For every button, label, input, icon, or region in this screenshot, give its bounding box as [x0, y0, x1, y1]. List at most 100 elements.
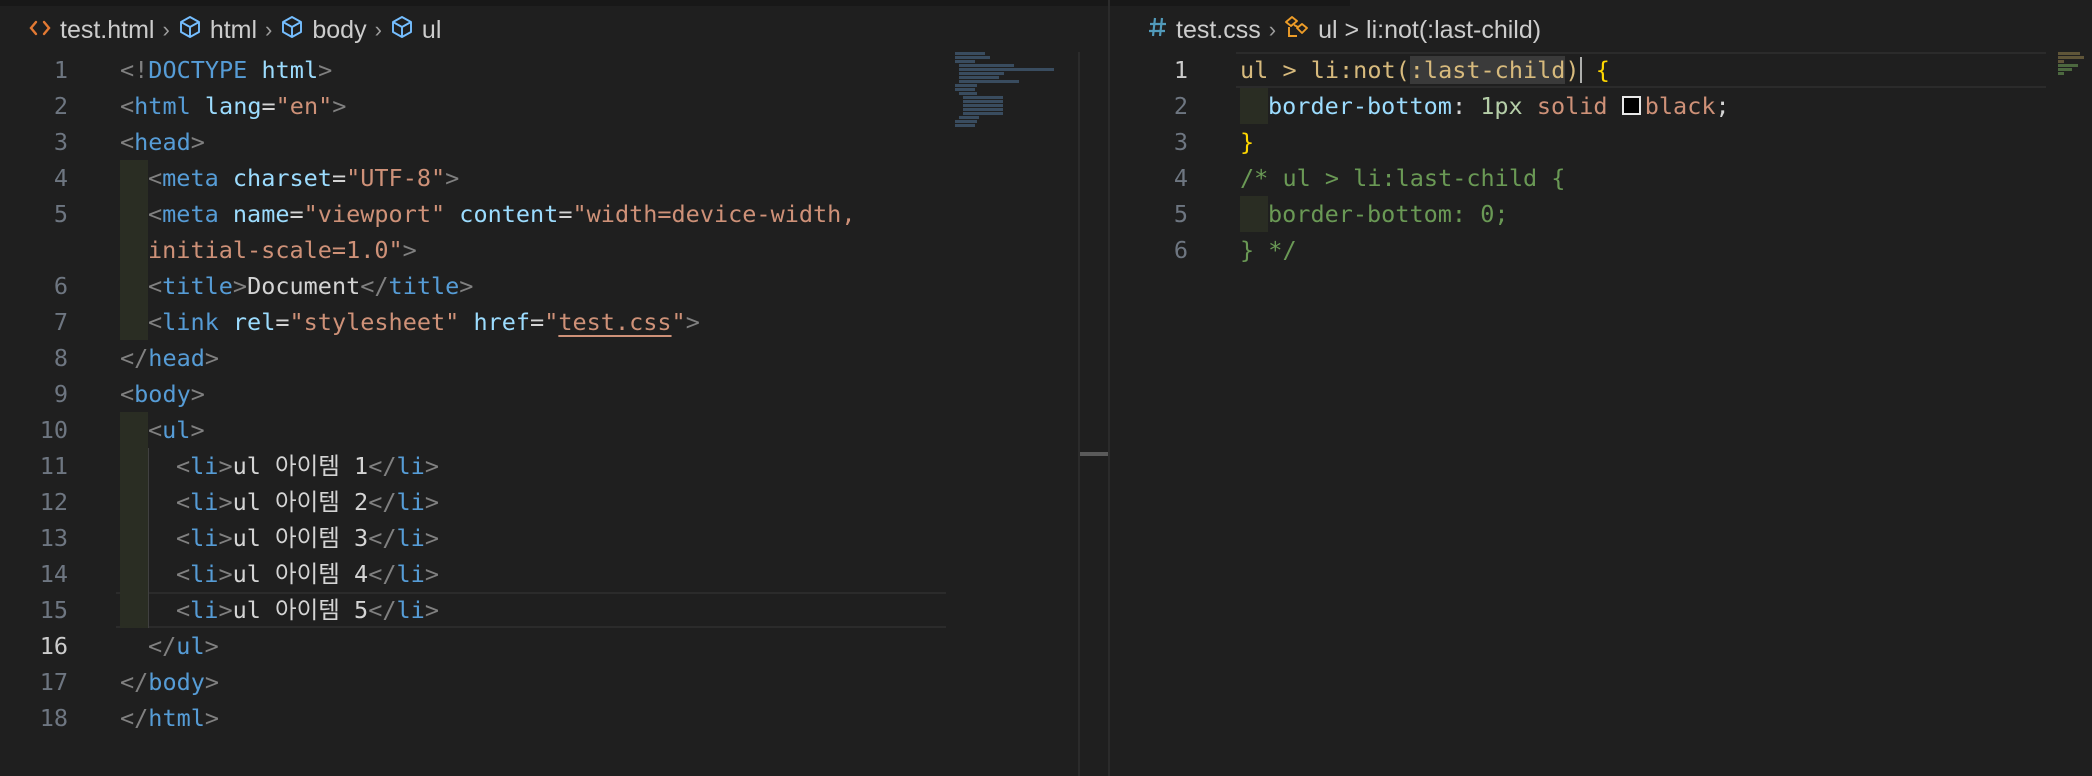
- element-icon: [178, 15, 202, 46]
- minimap-line: [959, 68, 1054, 71]
- code-line[interactable]: 13 <li>ul 아이템 3</li>: [0, 520, 948, 556]
- right-editor-group[interactable]: test.css › ul > li:not(:last-child) 1 ul > …: [1110, 0, 2092, 776]
- code-line[interactable]: 8 </head>: [0, 340, 948, 376]
- breadcrumb-item-body[interactable]: body: [280, 15, 367, 46]
- minimap[interactable]: [2058, 52, 2088, 76]
- code-token: >: [190, 416, 205, 444]
- code-line[interactable]: 4 <meta charset="UTF-8">: [0, 160, 948, 196]
- breadcrumb-item-ul-li-not-last-child-[interactable]: ul > li:not(:last-child): [1284, 15, 1541, 46]
- code-token: </: [368, 524, 397, 552]
- minimap-line: [963, 112, 1003, 115]
- code-line[interactable]: 4 /* ul > li:last-child {: [1110, 160, 2050, 196]
- code-token: <: [176, 452, 191, 480]
- code-line[interactable]: 15 <li>ul 아이템 5</li>: [0, 592, 948, 628]
- code-token: /* ul > li:last-child {: [1240, 164, 1566, 192]
- minimap-line: [955, 120, 977, 123]
- code-line[interactable]: 14 <li>ul 아이템 4</li>: [0, 556, 948, 592]
- code-token: </: [120, 668, 149, 696]
- chevron-right-icon: ›: [265, 17, 273, 42]
- code-token: >: [218, 596, 233, 624]
- color-swatch[interactable]: [1621, 96, 1641, 115]
- code-text: <li>ul 아이템 3</li>: [176, 520, 439, 556]
- breadcrumb-item-html[interactable]: html: [178, 15, 257, 46]
- minimap-line: [959, 76, 999, 79]
- selector-icon: [1284, 15, 1310, 46]
- code-token: >: [424, 452, 439, 480]
- code-line[interactable]: 9 <body>: [0, 376, 948, 412]
- code-line[interactable]: 5 <meta name="viewport" content="width=de…: [0, 196, 948, 232]
- breadcrumb-item-test-html[interactable]: test.html: [28, 16, 154, 45]
- code-line[interactable]: initial-scale=1.0">: [0, 232, 948, 268]
- code-line[interactable]: 12 <li>ul 아이템 2</li>: [0, 484, 948, 520]
- code-token: ul 아이템 5: [232, 596, 369, 624]
- code-token: "en": [275, 92, 333, 120]
- scrollbar-thumb[interactable]: [1080, 452, 1108, 456]
- code-token: "stylesheet": [289, 308, 460, 336]
- code-token: </: [368, 596, 397, 624]
- code-line[interactable]: 2 <html lang="en">: [0, 88, 948, 124]
- code-line[interactable]: 1 ul > li:not(:last-child) {: [1110, 52, 2050, 88]
- minimap-line: [959, 72, 1004, 75]
- code-line[interactable]: 10 <ul>: [0, 412, 948, 448]
- code-line[interactable]: 3}: [1110, 124, 2050, 160]
- code-line[interactable]: 3 <head>: [0, 124, 948, 160]
- code-line[interactable]: 11 <li>ul 아이템 1</li>: [0, 448, 948, 484]
- minimap-line: [963, 96, 1003, 99]
- minimap[interactable]: [955, 52, 1065, 128]
- code-token: ": [671, 308, 686, 336]
- line-number: 5: [1173, 200, 1188, 228]
- code-token: title: [162, 272, 233, 300]
- code-token: ul 아이템 1: [232, 452, 369, 480]
- line-number: 5: [53, 200, 68, 228]
- code-text: <head>: [120, 124, 205, 160]
- minimap-line: [955, 88, 975, 91]
- code-token: <: [176, 596, 191, 624]
- code-line[interactable]: 16 </ul>: [0, 628, 948, 664]
- code-token: >: [402, 236, 417, 264]
- code-line[interactable]: 6 <title>Document</title>: [0, 268, 948, 304]
- minimap-line: [2058, 72, 2064, 75]
- code-token: li: [396, 560, 425, 588]
- code-line[interactable]: 17 </body>: [0, 664, 948, 700]
- code-token: } */: [1240, 236, 1297, 264]
- code-token: =: [261, 92, 276, 120]
- code-text: <li>ul 아이템 4</li>: [176, 556, 439, 592]
- code-token: html: [148, 704, 205, 732]
- code-line[interactable]: 7 <link rel="stylesheet" href="test.css">: [0, 304, 948, 340]
- code-token[interactable]: test.css: [558, 308, 671, 336]
- code-token: ul 아이템 2: [232, 488, 369, 516]
- code-line[interactable]: 1 <!DOCTYPE html>: [0, 52, 948, 88]
- code-line[interactable]: 18 </html>: [0, 700, 948, 736]
- minimap-line: [2058, 56, 2084, 59]
- code-editor-html[interactable]: 1 <!DOCTYPE html> 2 <html lang="en"> 3 <head>…: [0, 52, 948, 776]
- code-token: >: [318, 56, 333, 84]
- code-token: >: [424, 524, 439, 552]
- code-token: <: [148, 416, 163, 444]
- code-text: <meta name="viewport" content="width=dev…: [148, 196, 855, 232]
- code-token: >: [424, 560, 439, 588]
- chevron-right-icon: ›: [1268, 17, 1277, 42]
- code-line[interactable]: 2 border-bottom: 1px solid black;: [1110, 88, 2050, 124]
- code-editor-css[interactable]: 1 ul > li:not(:last-child) {2 border-botto…: [1110, 52, 2050, 776]
- code-token: >: [332, 92, 347, 120]
- code-token: li: [190, 596, 219, 624]
- code-line[interactable]: 5 border-bottom: 0;: [1110, 196, 2050, 232]
- minimap-line: [959, 92, 977, 95]
- scrollbar-track[interactable]: [1078, 52, 1080, 776]
- code-line[interactable]: 6 } */: [1110, 232, 2050, 268]
- line-number: 6: [1173, 236, 1188, 264]
- line-number: 15: [39, 596, 68, 624]
- breadcrumb-item-ul[interactable]: ul: [390, 15, 441, 46]
- code-token: >: [204, 668, 220, 696]
- left-editor-group[interactable]: test.html › html › body › ul 1 <!DOCTYPE html> 2…: [0, 0, 1108, 776]
- code-text: <html lang="en">: [120, 88, 346, 124]
- code-token: :last-child: [1409, 56, 1566, 84]
- breadcrumb-item-test-css[interactable]: test.css: [1148, 16, 1261, 45]
- code-token: meta: [162, 200, 219, 228]
- code-token: li: [396, 452, 425, 480]
